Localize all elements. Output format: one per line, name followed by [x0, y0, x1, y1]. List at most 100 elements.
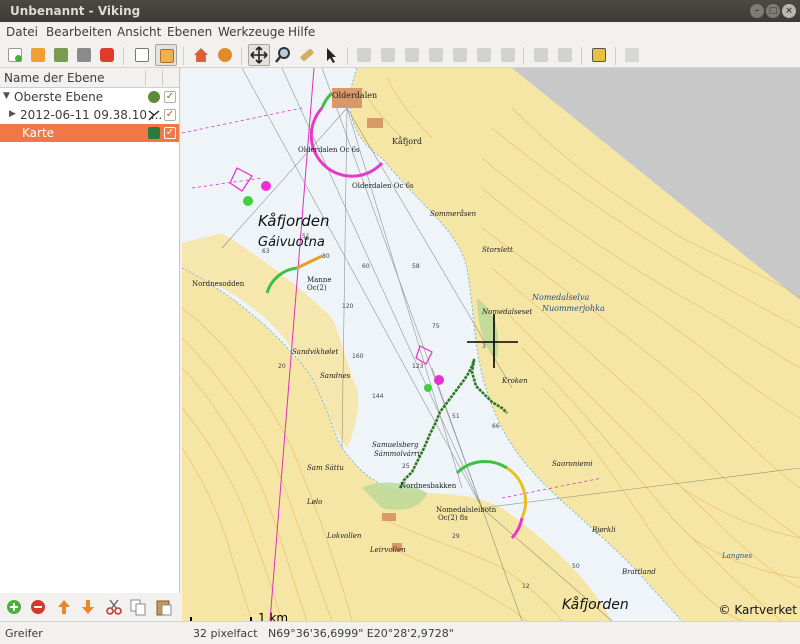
paste-icon[interactable]: [154, 597, 174, 617]
map-viewport[interactable]: Olderdalen Kåfjord Olderdalen Oc 6s Olde…: [182, 68, 800, 621]
full-screen-icon[interactable]: [131, 44, 153, 66]
menu-datei[interactable]: Datei: [6, 25, 38, 39]
svg-text:Sandnes: Sandnes: [320, 372, 351, 380]
create-track-icon[interactable]: [353, 44, 375, 66]
splitter-icon[interactable]: [588, 44, 610, 66]
menu-werkzeuge[interactable]: Werkzeuge: [218, 25, 285, 39]
route-finder-icon[interactable]: [473, 44, 495, 66]
layer-row-track[interactable]: ▶ 2012-06-11 09.38.10 ... ✓: [0, 106, 179, 124]
svg-text:12: 12: [522, 583, 530, 590]
svg-text:60: 60: [362, 263, 370, 270]
create-waypoint-icon[interactable]: [377, 44, 399, 66]
show-picture-icon[interactable]: [449, 44, 471, 66]
add-layer-icon[interactable]: [4, 597, 24, 617]
svg-text:58: 58: [412, 263, 420, 270]
close-icon[interactable]: ×: [782, 4, 796, 18]
svg-text:63: 63: [262, 248, 270, 255]
save-icon[interactable]: [50, 44, 72, 66]
svg-text:3: 3: [482, 343, 486, 350]
zoom-icon[interactable]: [272, 44, 294, 66]
expander-open-icon[interactable]: ▼: [3, 91, 10, 101]
georef-move-icon[interactable]: [497, 44, 519, 66]
map-copyright: © Kartverket: [718, 603, 798, 617]
svg-text:51: 51: [452, 413, 460, 420]
move-down-icon[interactable]: [78, 597, 98, 617]
svg-text:Kroken: Kroken: [501, 377, 528, 385]
svg-text:20: 20: [278, 363, 286, 370]
layer-visibility-checkbox[interactable]: ✓: [164, 91, 176, 103]
open-folder-icon[interactable]: [27, 44, 49, 66]
svg-text:Brattland: Brattland: [621, 568, 656, 576]
svg-text:Oc(2) 8s: Oc(2) 8s: [438, 514, 468, 522]
cut-icon[interactable]: [104, 597, 124, 617]
edit-waypoint-icon[interactable]: [425, 44, 447, 66]
svg-text:Samuelsberg: Samuelsberg: [372, 441, 419, 449]
svg-text:Nordnesodden: Nordnesodden: [192, 280, 245, 288]
edit-trackpoint-icon[interactable]: [401, 44, 423, 66]
layer-label: Karte: [22, 126, 55, 140]
exit-icon[interactable]: [96, 44, 118, 66]
maximize-icon[interactable]: □: [766, 4, 780, 18]
svg-text:Sandvikhølet: Sandvikhølet: [292, 348, 338, 356]
toolbar: [0, 42, 800, 68]
svg-text:Leirvollen: Leirvollen: [369, 546, 406, 554]
pan-icon[interactable]: [248, 44, 270, 66]
layer-visibility-checkbox[interactable]: ✓: [164, 127, 176, 139]
georef-zoom-icon[interactable]: [530, 44, 552, 66]
status-zoom: 32 pixelfact: [193, 627, 258, 640]
svg-text:Lølo: Lølo: [306, 498, 322, 506]
layer-row-top[interactable]: ▼ Oberste Ebene ✓: [0, 88, 179, 106]
svg-text:Langnes: Langnes: [721, 552, 752, 560]
svg-text:75: 75: [432, 323, 440, 330]
svg-text:51: 51: [302, 233, 310, 240]
svg-text:160: 160: [352, 353, 364, 360]
svg-text:Sam Sáttu: Sam Sáttu: [307, 464, 344, 472]
menu-ansicht[interactable]: Ansicht: [117, 25, 161, 39]
status-tool: Greifer: [5, 627, 43, 640]
svg-text:Manne: Manne: [307, 276, 332, 284]
layers-panel-icon[interactable]: [155, 44, 177, 66]
svg-text:Nordnesbakken: Nordnesbakken: [400, 482, 457, 490]
print-icon[interactable]: [73, 44, 95, 66]
delete-layer-icon[interactable]: [28, 597, 48, 617]
svg-text:Sommeråsen: Sommeråsen: [430, 209, 477, 218]
select-icon[interactable]: [320, 44, 342, 66]
extra-tool-icon[interactable]: [621, 44, 643, 66]
svg-text:Kåfjorden: Kåfjorden: [562, 596, 629, 613]
expander-closed-icon[interactable]: ▶: [9, 109, 16, 119]
move-up-icon[interactable]: [54, 597, 74, 617]
layer-name-column-header[interactable]: Name der Ebene: [4, 71, 105, 85]
menu-bearbeiten[interactable]: Bearbeiten: [46, 25, 112, 39]
copy-icon[interactable]: [128, 597, 148, 617]
status-bar: Greifer 32 pixelfact N69°36'36,6999" E20…: [0, 621, 800, 644]
svg-text:Saoroniemi: Saoroniemi: [552, 460, 593, 468]
svg-text:Kåfjord: Kåfjord: [392, 137, 422, 146]
menu-bar: Datei Bearbeiten Ansicht Ebenen Werkzeug…: [0, 22, 800, 42]
svg-text:120: 120: [342, 303, 354, 310]
menu-ebenen[interactable]: Ebenen: [167, 25, 212, 39]
window-title: Unbenannt - Viking: [10, 4, 141, 18]
layer-label: 2012-06-11 09.38.10 ...: [20, 108, 163, 122]
layer-buttons: [0, 593, 180, 621]
svg-text:25: 25: [402, 463, 410, 470]
svg-text:123: 123: [412, 363, 424, 370]
layer-row-map[interactable]: Karte ✓: [0, 124, 179, 142]
viking-window: Unbenannt - Viking – □ × Datei Bearbeite…: [0, 0, 800, 644]
svg-text:Olderdalen Oc 6s: Olderdalen Oc 6s: [298, 146, 360, 154]
aggregate-layer-icon: [148, 91, 160, 103]
home-icon[interactable]: [190, 44, 212, 66]
ruler-icon[interactable]: [296, 44, 318, 66]
svg-text:Kåfjorden: Kåfjorden: [258, 212, 330, 230]
map-canvas[interactable]: Olderdalen Kåfjord Olderdalen Oc 6s Olde…: [182, 68, 800, 621]
svg-text:66: 66: [492, 423, 500, 430]
map-download-icon[interactable]: [554, 44, 576, 66]
minimize-icon[interactable]: –: [750, 4, 764, 18]
svg-text:29: 29: [452, 533, 460, 540]
back-icon[interactable]: [214, 44, 236, 66]
svg-text:Oc(2): Oc(2): [307, 284, 327, 292]
svg-text:Storslett: Storslett: [482, 246, 513, 254]
svg-text:Nomedalseset: Nomedalseset: [481, 308, 532, 316]
layer-visibility-checkbox[interactable]: ✓: [164, 109, 176, 121]
new-file-icon[interactable]: [4, 44, 26, 66]
menu-hilfe[interactable]: Hilfe: [288, 25, 315, 39]
